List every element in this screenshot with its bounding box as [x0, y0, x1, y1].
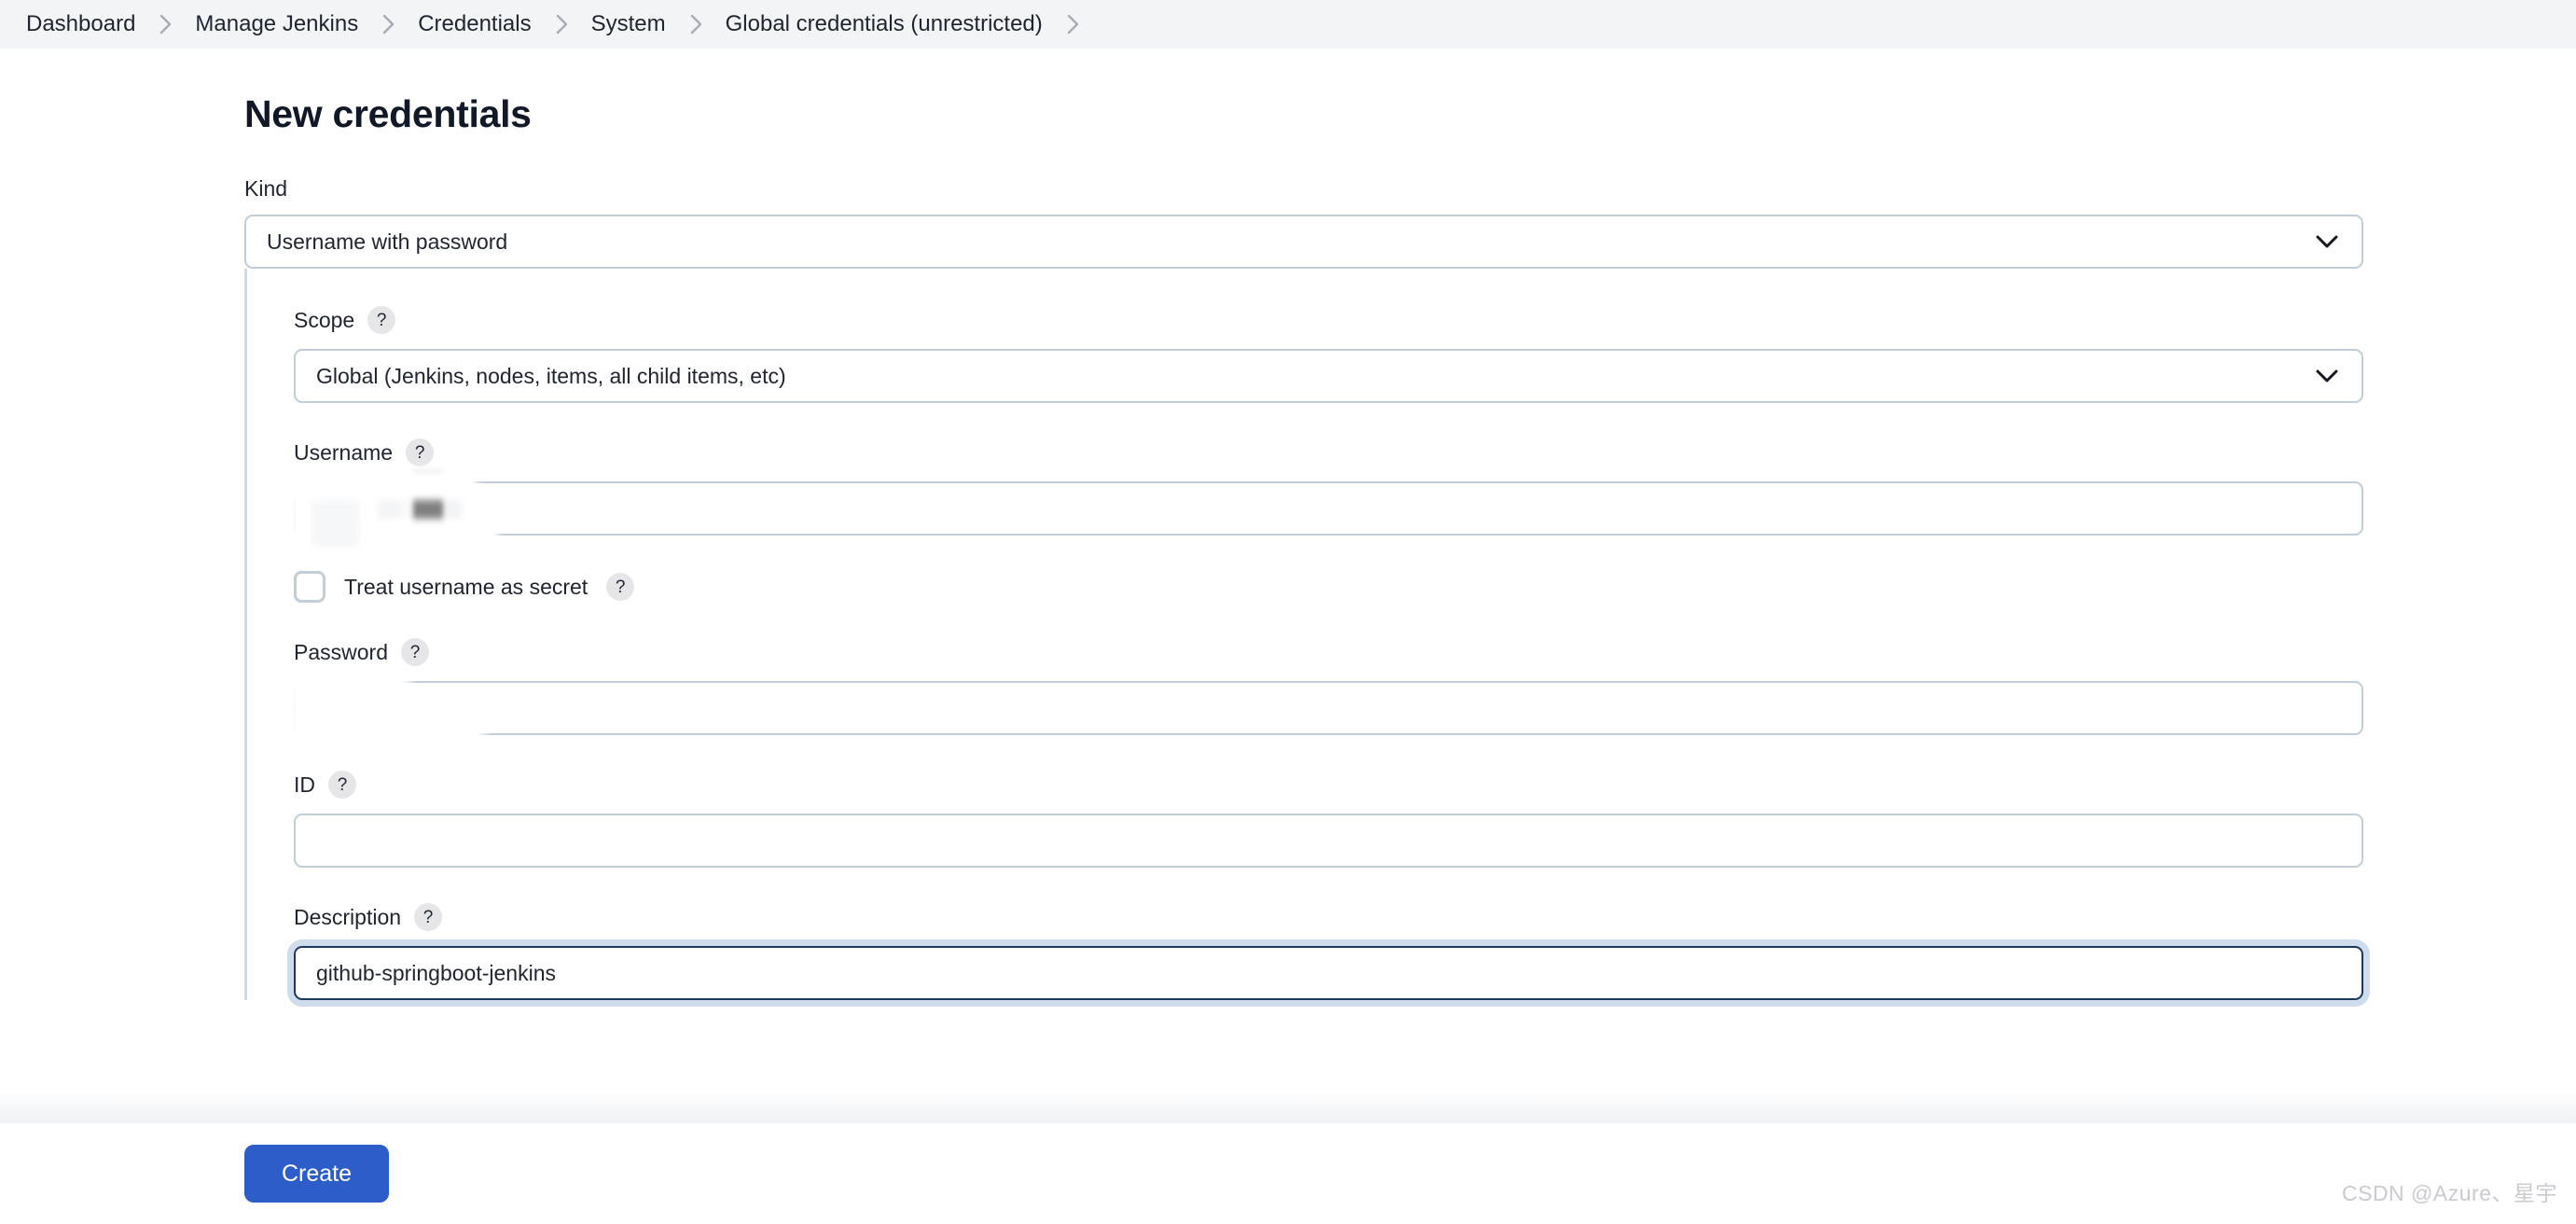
breadcrumb-item-credentials[interactable]: Credentials [418, 13, 549, 35]
chevron-right-icon [1061, 14, 1086, 35]
help-icon-scope[interactable]: ? [367, 306, 396, 335]
breadcrumb: Dashboard Manage Jenkins Credentials Sys… [0, 0, 2576, 49]
kind-label-row: Kind [244, 178, 2363, 200]
description-input[interactable]: github-springboot-jenkins [294, 946, 2363, 1001]
breadcrumb-item-dashboard[interactable]: Dashboard [26, 13, 154, 35]
field-scope: Scope ? Global (Jenkins, nodes, items, a… [294, 306, 2363, 404]
field-description: Description ? github-springboot-jenkins [294, 903, 2363, 1001]
password-input[interactable] [288, 668, 2363, 757]
description-input-value: github-springboot-jenkins [316, 960, 556, 985]
treat-username-as-secret-label: Treat username as secret [344, 574, 589, 599]
breadcrumb-item-manage-jenkins[interactable]: Manage Jenkins [195, 13, 377, 35]
watermark: CSDN @Azure、星宇 [2342, 1181, 2557, 1205]
username-label: Username [294, 439, 394, 465]
create-button[interactable]: Create [244, 1145, 390, 1203]
field-id: ID ? [294, 771, 2363, 869]
kind-label: Kind [244, 176, 288, 202]
help-icon-description[interactable]: ? [414, 903, 443, 932]
field-kind: Kind Username with password [244, 178, 2363, 270]
page-container: New credentials Kind Username with passw… [0, 49, 2576, 1224]
page-title: New credentials [244, 92, 532, 135]
chevron-right-icon [154, 14, 178, 35]
password-label: Password [294, 639, 388, 664]
id-label: ID [294, 772, 315, 797]
chevron-right-icon [550, 14, 575, 35]
scope-label: Scope [294, 307, 355, 332]
password-label-row: Password ? [294, 638, 2363, 667]
form-scroll-area: New credentials Kind Username with passw… [0, 49, 2576, 1123]
help-icon-username[interactable]: ? [406, 438, 435, 467]
form-footer: Create CSDN @Azure、星宇 [0, 1092, 2576, 1224]
kind-select-value: Username with password [267, 229, 508, 254]
chevron-down-icon [2315, 234, 2339, 249]
field-treat-username-as-secret: Treat username as secret ? [294, 571, 2363, 604]
credential-details-section: Scope ? Global (Jenkins, nodes, items, a… [244, 269, 2363, 1001]
id-input[interactable] [294, 814, 2363, 869]
username-input[interactable] [290, 468, 2363, 557]
description-label: Description [294, 904, 402, 929]
username-label-row: Username ? [294, 438, 2363, 467]
description-label-row: Description ? [294, 903, 2363, 932]
breadcrumb-item-system[interactable]: System [591, 13, 685, 35]
scope-select[interactable]: Global (Jenkins, nodes, items, all child… [294, 349, 2363, 404]
chevron-right-icon [377, 14, 401, 35]
help-icon-id[interactable]: ? [328, 771, 356, 800]
id-label-row: ID ? [294, 771, 2363, 800]
breadcrumb-item-global-credentials[interactable]: Global credentials (unrestricted) [726, 13, 1061, 35]
scope-label-row: Scope ? [294, 306, 2363, 335]
help-icon-treat-username-as-secret[interactable]: ? [606, 573, 635, 602]
scope-select-value: Global (Jenkins, nodes, items, all child… [316, 363, 786, 388]
treat-username-as-secret-checkbox[interactable] [294, 571, 325, 604]
help-icon-password[interactable]: ? [400, 638, 429, 667]
field-username: Username ? [290, 438, 2363, 557]
field-password: Password ? [288, 638, 2363, 757]
chevron-right-icon [685, 14, 709, 35]
chevron-down-icon [2315, 369, 2339, 383]
kind-select[interactable]: Username with password [244, 215, 2363, 270]
